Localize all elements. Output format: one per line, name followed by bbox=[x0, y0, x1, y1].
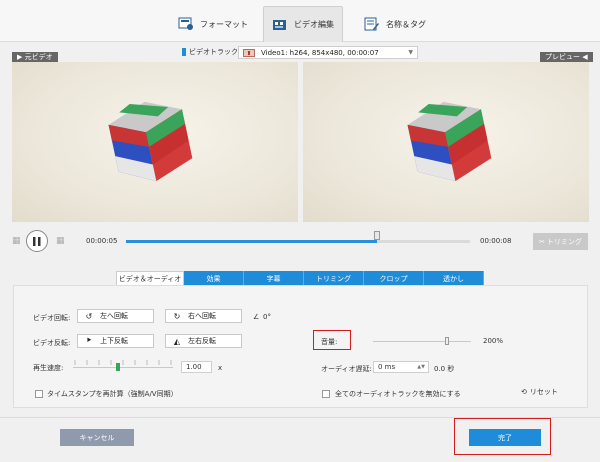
grid-right-icon[interactable]: ▦ bbox=[56, 236, 65, 246]
volume-slider[interactable] bbox=[373, 341, 471, 342]
trim-button-label: トリミング bbox=[546, 237, 582, 246]
tab-format-label: フォーマット bbox=[200, 19, 248, 29]
source-video-tag: ▶ 元ビデオ bbox=[12, 52, 58, 62]
tab-watermark[interactable]: 透かし bbox=[424, 271, 484, 286]
flip-horizontal-button[interactable]: ◭ 左右反転 bbox=[165, 334, 242, 348]
audio-delay-input-value: 0 ms bbox=[378, 363, 396, 371]
pause-icon bbox=[33, 236, 41, 246]
pause-button[interactable] bbox=[26, 230, 48, 252]
grid-left-icon[interactable]: ▦ bbox=[12, 236, 21, 246]
done-label: 完了 bbox=[498, 433, 512, 442]
volume-label: 音量: bbox=[321, 338, 338, 346]
tab-crop[interactable]: クロップ bbox=[364, 271, 424, 286]
tab-video-edit-label: ビデオ編集 bbox=[294, 20, 334, 29]
flip-horizontal-icon: ◭ bbox=[173, 336, 181, 346]
audio-delay-readout: 0.0 秒 bbox=[434, 365, 455, 373]
video-track-label-text: ビデオトラック: bbox=[189, 48, 241, 56]
speed-slider[interactable] bbox=[73, 367, 173, 368]
flip-vertical-button[interactable]: ⯈ 上下反転 bbox=[77, 334, 154, 348]
rubiks-cube-preview-image bbox=[407, 101, 492, 182]
tab-trimming[interactable]: トリミング bbox=[304, 271, 364, 286]
source-video-label: 元ビデオ bbox=[24, 53, 53, 61]
angle-icon: ∠ bbox=[253, 313, 260, 321]
speed-input-value: 1.00 bbox=[186, 363, 202, 371]
tab-effects[interactable]: 効果 bbox=[184, 271, 244, 286]
format-icon bbox=[178, 17, 194, 31]
rotate-angle: 0° bbox=[263, 313, 271, 321]
progress-fill bbox=[126, 240, 378, 243]
tab-video-audio-label: ビデオ＆オーディオ bbox=[118, 274, 182, 283]
video-track-label: ビデオトラック: bbox=[182, 47, 240, 57]
speed-slider-ticks bbox=[74, 360, 172, 365]
cancel-button[interactable]: キャンセル bbox=[60, 429, 134, 446]
timestamp-checkbox[interactable] bbox=[35, 390, 43, 398]
preview-label: プレビュー bbox=[545, 53, 580, 61]
edit-tab-bar: ビデオ＆オーディオ 効果 字幕 トリミング クロップ 透かし bbox=[116, 271, 484, 286]
scissors-icon: ✂ bbox=[539, 237, 545, 246]
audio-delay-input[interactable]: 0 ms ▲▼ bbox=[373, 361, 429, 373]
rotate-label: ビデオ回転: bbox=[33, 314, 71, 322]
tab-video-audio[interactable]: ビデオ＆オーディオ bbox=[116, 271, 184, 286]
reset-button[interactable]: ⟲ リセット bbox=[521, 387, 558, 397]
track-marker-icon bbox=[182, 48, 186, 56]
end-time: 00:00:08 bbox=[480, 237, 512, 245]
tab-format[interactable]: フォーマット bbox=[178, 6, 248, 42]
disable-audio-label: 全てのオーディオトラックを無効にする bbox=[335, 390, 461, 398]
rotate-left-label: 左へ回転 bbox=[100, 312, 128, 320]
play-small-icon: ◀ bbox=[580, 53, 588, 61]
speed-unit: x bbox=[218, 364, 223, 372]
video-track-value: Video1: h264, 854x480, 00:00:07 bbox=[261, 48, 379, 57]
rotate-right-button[interactable]: ↻ 右へ回転 bbox=[165, 309, 242, 323]
volume-slider-thumb[interactable] bbox=[444, 337, 449, 345]
audio-delay-label: オーディオ遅延: bbox=[321, 365, 372, 373]
reset-label: リセット bbox=[529, 388, 558, 396]
disable-audio-checkbox[interactable] bbox=[322, 390, 330, 398]
tab-video-edit[interactable]: ビデオ編集 bbox=[263, 6, 343, 42]
rotate-left-icon: ↺ bbox=[85, 311, 93, 321]
flip-vertical-icon: ⯈ bbox=[85, 336, 93, 345]
volume-value: 200% bbox=[483, 337, 504, 345]
rotate-right-icon: ↻ bbox=[173, 311, 181, 321]
tab-name-tag[interactable]: 名称＆タグ bbox=[360, 6, 430, 42]
flip-vertical-label: 上下反転 bbox=[100, 337, 128, 345]
done-button[interactable]: 完了 bbox=[469, 429, 541, 446]
timestamp-label: タイムスタンプを再計算（強制A/V同期） bbox=[47, 390, 178, 398]
tab-subtitles-label: 字幕 bbox=[266, 274, 281, 283]
play-small-icon: ▶ bbox=[17, 53, 25, 61]
video-track-select[interactable]: Video1: h264, 854x480, 00:00:07 ▼ bbox=[238, 46, 418, 59]
speed-label: 再生速度: bbox=[33, 364, 64, 372]
reset-icon: ⟲ bbox=[521, 388, 527, 396]
tab-subtitles[interactable]: 字幕 bbox=[244, 271, 304, 286]
tab-name-tag-label: 名称＆タグ bbox=[386, 19, 426, 29]
progress-handle[interactable] bbox=[374, 231, 381, 240]
spin-arrows-icon[interactable]: ▲▼ bbox=[417, 364, 425, 370]
tab-effects-label: 効果 bbox=[206, 274, 221, 283]
preview-tag: プレビュー ◀ bbox=[540, 52, 593, 62]
speed-input[interactable]: 1.00 bbox=[181, 361, 212, 373]
video-edit-icon bbox=[272, 18, 288, 32]
chevron-down-icon: ▼ bbox=[408, 49, 413, 56]
rotate-left-button[interactable]: ↺ 左へ回転 bbox=[77, 309, 154, 323]
track-flag-icon bbox=[243, 49, 255, 57]
tab-trimming-label: トリミング bbox=[316, 274, 351, 283]
flip-horizontal-label: 左右反転 bbox=[188, 337, 216, 345]
flip-label: ビデオ反転: bbox=[33, 339, 71, 347]
rubiks-cube-image bbox=[108, 101, 193, 182]
name-tag-icon bbox=[364, 17, 380, 31]
trim-button[interactable]: ✂ トリミング bbox=[533, 233, 588, 250]
speed-slider-thumb[interactable] bbox=[116, 363, 120, 371]
cancel-label: キャンセル bbox=[79, 433, 115, 442]
current-time: 00:00:05 bbox=[86, 237, 118, 245]
tab-watermark-label: 透かし bbox=[443, 274, 464, 283]
tab-crop-label: クロップ bbox=[379, 274, 408, 283]
rotate-right-label: 右へ回転 bbox=[188, 312, 216, 320]
